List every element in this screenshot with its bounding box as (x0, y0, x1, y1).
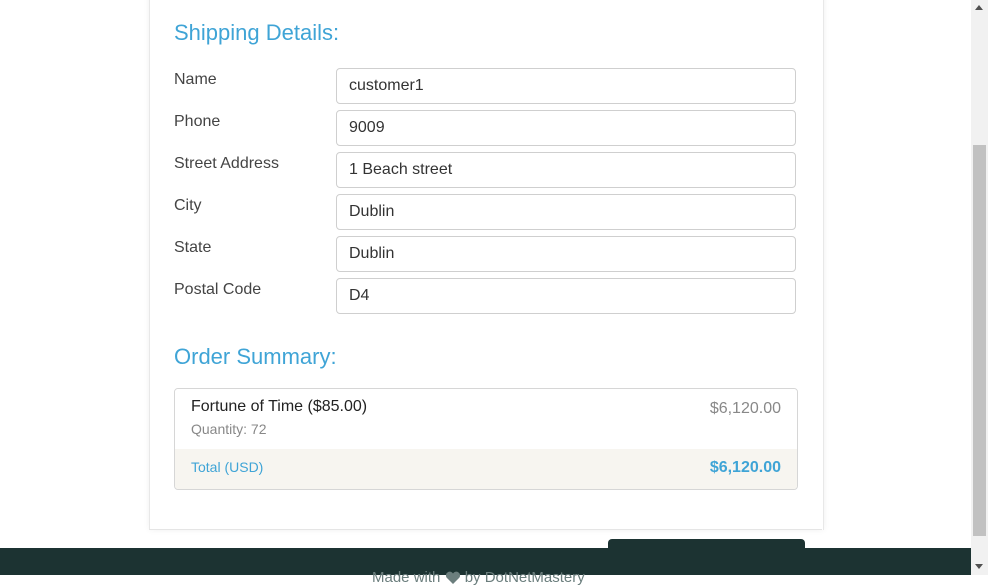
state-label: State (174, 239, 212, 256)
card-divider (149, 529, 822, 530)
scrollbar-thumb[interactable] (973, 145, 986, 536)
item-name: Fortune of Time ($85.00) (191, 398, 368, 415)
street-address-label: Street Address (174, 155, 279, 172)
order-summary-title: Order Summary: (174, 344, 337, 369)
street-address-field[interactable] (336, 152, 796, 188)
vertical-scrollbar[interactable] (971, 0, 988, 575)
postal-code-label: Postal Code (174, 281, 262, 298)
city-label: City (174, 197, 202, 214)
state-field[interactable] (336, 236, 796, 272)
order-total-row: Total (USD) $6,120.00 (175, 449, 797, 489)
total-label: Total (USD) (191, 459, 264, 475)
phone-field[interactable] (336, 110, 796, 146)
scroll-up-arrow-icon[interactable] (975, 5, 983, 10)
phone-label: Phone (174, 113, 221, 130)
footer-by-text: by DotNetMastery (464, 569, 585, 586)
footer-made-with: Made with (372, 569, 441, 586)
name-label: Name (174, 71, 217, 88)
order-line-item: Fortune of Time ($85.00) Quantity: 72 $6… (175, 389, 797, 450)
city-field[interactable] (336, 194, 796, 230)
name-field[interactable] (336, 68, 796, 104)
item-price: $6,120.00 (709, 400, 781, 417)
site-footer: Made with by DotNetMastery (0, 548, 971, 586)
page: Shipping Details: Name Phone Street Addr… (0, 0, 971, 586)
shipping-details-title: Shipping Details: (174, 20, 340, 45)
order-summary-box: Fortune of Time ($85.00) Quantity: 72 $6… (174, 388, 798, 490)
postal-code-field[interactable] (336, 278, 796, 314)
heart-icon (445, 571, 460, 585)
total-value: $6,120.00 (709, 459, 781, 476)
footer-credit: Made with by DotNetMastery (372, 569, 585, 586)
item-quantity: Quantity: 72 (191, 421, 267, 437)
scroll-down-arrow-icon[interactable] (975, 564, 983, 569)
